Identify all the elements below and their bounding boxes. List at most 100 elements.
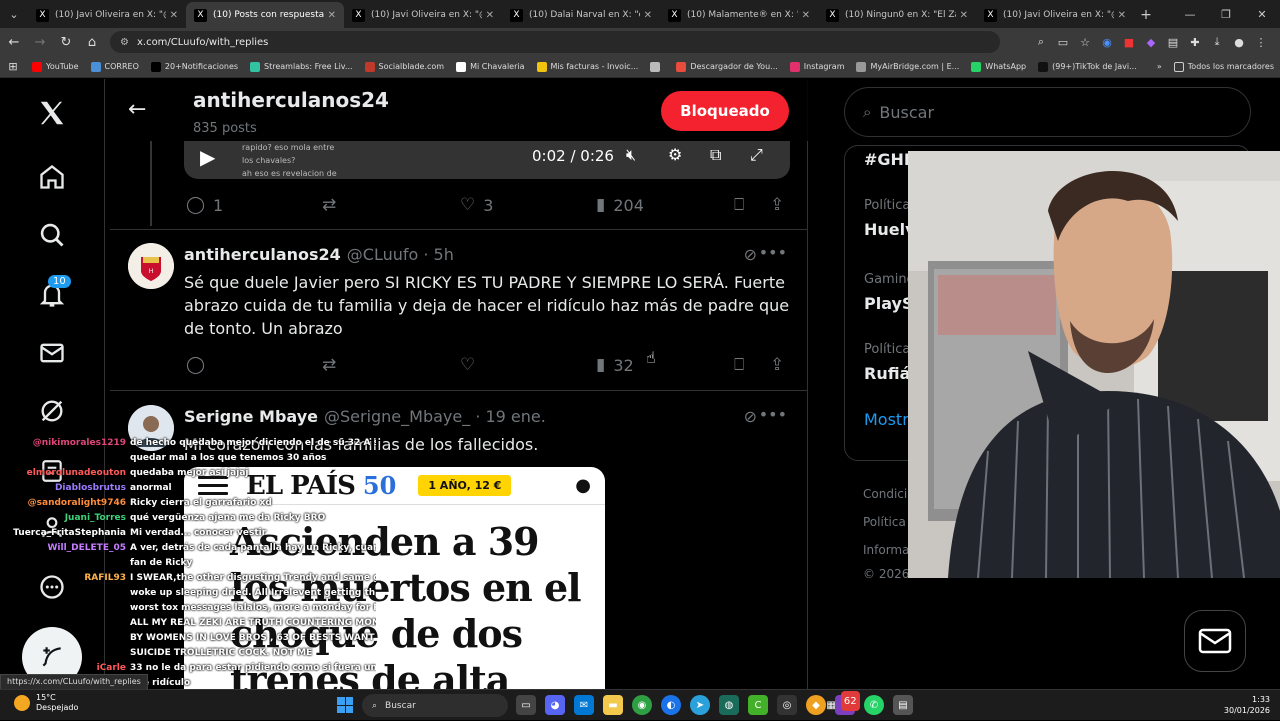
obs-icon[interactable]: ◎ [777,695,797,715]
messages-drawer-button[interactable] [1184,610,1246,672]
back-arrow-icon[interactable]: ← [128,97,146,122]
author-name[interactable]: Serigne Mbaye [184,407,318,426]
minimize-icon[interactable]: — [1172,0,1208,28]
taskbar-search[interactable]: ⌕ Buscar [362,694,508,717]
bookmark-item[interactable]: Socialblade.com [359,61,451,72]
home-icon[interactable]: ⌂ [80,30,104,54]
more-dots-icon[interactable]: ••• [759,405,787,424]
all-bookmarks-folder[interactable]: Todos los marcadores [1168,61,1280,72]
system-clock[interactable]: 1:33 30/01/2026 [1224,694,1270,716]
close-window-icon[interactable]: ✕ [1244,0,1280,28]
close-tab-icon[interactable]: ✕ [170,10,178,21]
more-dots-icon[interactable]: ••• [759,243,787,262]
author-handle-time[interactable]: @Serigne_Mbaye_ · 19 ene. [324,407,546,426]
bookmark-item[interactable]: Instagram [784,61,851,72]
browser-tab[interactable]: X (10) Dalai Narval en X: "odio la" ✕ [502,2,660,28]
download-icon[interactable]: ⤓ [1206,31,1228,53]
fullscreen-icon[interactable]: ⤢ [750,145,763,165]
close-tab-icon[interactable]: ✕ [960,10,968,21]
app-icon[interactable]: ▦ 62 [826,691,860,715]
url-bar[interactable]: ⚙ x.com/CLuufo/with_replies [110,31,1000,53]
repost-button[interactable]: ⇄ [322,195,344,215]
video-player[interactable]: ▶ rapido? eso mola entre los chavales? a… [184,141,790,179]
reload-icon[interactable]: ↻ [54,30,78,54]
maximize-icon[interactable]: ❐ [1208,0,1244,28]
camtasia-icon[interactable]: C [748,695,768,715]
close-tab-icon[interactable]: ✕ [644,10,652,21]
views-button[interactable]: ▮ 32 [596,355,634,375]
browser-tab[interactable]: X (10) Posts con respuestas de antihercul… [186,2,344,28]
grok-explain-icon[interactable]: ⊘ [744,245,757,264]
search-input[interactable]: ⌕ Buscar [844,87,1251,137]
tab-search-button[interactable]: ⌄ [0,0,28,28]
new-tab-button[interactable]: + [1134,2,1158,28]
reply-button[interactable]: ◯ 1 [186,195,223,215]
back-icon[interactable]: ← [2,30,26,54]
mute-icon[interactable]: 🔇︎ [626,145,636,165]
messages-envelope-icon[interactable] [36,337,68,369]
outlook-icon[interactable]: ✉ [574,695,594,715]
views-button[interactable]: ▮ 204 [596,195,644,215]
x-logo-icon[interactable] [36,97,68,129]
cast-icon[interactable]: ▭ [1052,31,1074,53]
show-more-link[interactable]: Mostr [864,410,909,429]
bookmarks-overflow-icon[interactable]: » [1151,62,1168,71]
trend-name[interactable]: Rufiá [864,364,910,383]
close-tab-icon[interactable]: ✕ [328,10,336,21]
extension-icon[interactable]: ▤ [1162,31,1184,53]
bookmark-star-icon[interactable]: ☆ [1074,31,1096,53]
menu-icon[interactable]: ⋮ [1250,31,1272,53]
footer-link[interactable]: Condicio [863,487,915,501]
close-tab-icon[interactable]: ✕ [802,10,810,21]
bookmark-item[interactable]: 20+Notificaciones [145,61,244,72]
bookmark-item[interactable]: Streamlabs: Free Liv... [244,61,359,72]
site-info-icon[interactable]: ⚙ [120,37,129,48]
bookmark-item[interactable]: WhatsApp [965,61,1032,72]
telegram-icon[interactable]: ➤ [690,695,710,715]
apps-grid-icon[interactable]: ⊞ [0,60,26,73]
app-icon[interactable]: ▤ [893,695,913,715]
footer-link[interactable]: Informa [863,543,909,557]
chrome-icon[interactable]: ◉ [632,695,652,715]
footer-link[interactable]: Política [863,515,906,529]
pip-icon[interactable]: ⧉ [710,145,721,165]
weather-widget[interactable]: 15°C Despejado [14,693,78,713]
browser-tab[interactable]: X (10) Javi Oliveira en X: "@Ivan_" ✕ [344,2,502,28]
settings-gear-icon[interactable]: ⚙ [668,145,682,164]
like-button[interactable]: ♡ 3 [460,195,493,215]
grok-icon[interactable] [36,395,68,427]
browser-tab[interactable]: X (10) Malamente® en X: "Tienes" ✕ [660,2,818,28]
share-button[interactable]: ⇪ [770,195,792,215]
bookmark-item[interactable]: Descargador de You... [670,61,783,72]
extension-icon[interactable]: ◉ [1096,31,1118,53]
app-icon[interactable]: ◆ [806,695,826,715]
blocked-button[interactable]: Bloqueado [661,91,789,131]
extension-icon[interactable]: ◆ [1140,31,1162,53]
bookmark-button[interactable]: ⎕ [734,195,752,215]
bookmark-item[interactable]: Mi Chavaleria [450,61,530,72]
bookmark-button[interactable]: ⎕ [734,355,752,375]
play-icon[interactable]: ▶ [200,145,215,169]
zoom-icon[interactable]: ⌕ [1030,31,1052,53]
explore-search-icon[interactable] [36,219,68,251]
task-view-icon[interactable]: ▭ [516,695,536,715]
extension-icon[interactable]: ■ [1118,31,1140,53]
repost-button[interactable]: ⇄ [322,355,344,375]
windows-start-icon[interactable] [337,697,353,713]
like-button[interactable]: ♡ [460,355,483,375]
home-icon[interactable] [36,161,68,193]
bookmark-item[interactable]: YouTube [26,61,85,72]
file-explorer-icon[interactable]: ▬ [603,695,623,715]
bookmark-item[interactable]: MyAirBridge.com | E... [850,61,965,72]
bookmark-item[interactable] [644,61,670,72]
bookmark-item[interactable]: CORREO [85,61,145,72]
reply-button[interactable]: ◯ [186,355,213,375]
close-tab-icon[interactable]: ✕ [486,10,494,21]
browser-tab[interactable]: X (10) Ningun0 en X: "El Zasca que" ✕ [818,2,976,28]
forward-icon[interactable]: → [28,30,52,54]
close-tab-icon[interactable]: ✕ [1118,10,1126,21]
browser-tab[interactable]: X (10) Javi Oliveira en X: "@CLuufo" ✕ [28,2,186,28]
grok-explain-icon[interactable]: ⊘ [744,407,757,426]
discord-icon[interactable]: ◕ [545,695,565,715]
author-name[interactable]: antiherculanos24 [184,245,341,264]
